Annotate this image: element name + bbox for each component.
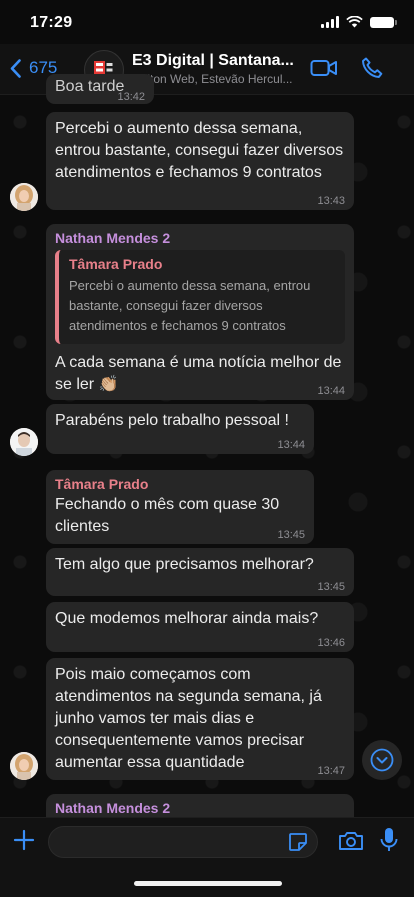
message-time: 13:42 (117, 91, 145, 103)
message-text: Parabéns pelo trabalho pessoal ! (55, 412, 289, 429)
avatar-photo (10, 183, 38, 211)
message-bubble[interactable]: Tem algo que precisamos melhorar? 13:45 (46, 548, 354, 596)
message-bubble[interactable]: Tâmara Prado Fechando o mês com quase 30… (46, 470, 314, 544)
sender-name: Nathan Mendes 2 (55, 230, 171, 246)
message-time: 13:47 (317, 765, 345, 777)
message-text: Tem algo que precisamos melhorar? (55, 556, 314, 573)
status-bar: 17:29 (0, 0, 414, 44)
avatar-photo (10, 428, 38, 456)
message-text: Que modemos melhorar ainda mais? (55, 610, 319, 627)
camera-icon[interactable] (338, 830, 364, 852)
chevron-down-circle-icon (370, 748, 394, 772)
phone-icon[interactable] (360, 56, 384, 80)
status-icons (321, 16, 397, 28)
message-bubble[interactable]: Que modemos melhorar ainda mais? 13:46 (46, 602, 354, 652)
avatar-nathan[interactable] (10, 428, 38, 456)
message-bubble[interactable]: Boa tarde 13:42 (46, 74, 154, 104)
plus-icon[interactable] (12, 828, 36, 852)
video-camera-icon[interactable] (310, 58, 338, 78)
quoted-sender: Tâmara Prado (69, 256, 163, 272)
message-bubble[interactable]: Percebi o aumento dessa semana, entrou b… (46, 112, 354, 210)
reply-message-bubble[interactable]: Nathan Mendes 2 Tâmara Prado Percebi o a… (46, 224, 354, 400)
message-text: Fechando o mês com quase 30 clientes (55, 496, 280, 535)
avatar-tamara[interactable] (10, 183, 38, 211)
microphone-icon[interactable] (380, 827, 398, 853)
sender-name: Tâmara Prado (55, 476, 149, 492)
chat-title[interactable]: E3 Digital | Santana... (132, 52, 296, 70)
message-time: 13:46 (317, 637, 345, 649)
scroll-to-bottom-button[interactable] (362, 740, 402, 780)
sticker-icon[interactable] (288, 832, 308, 852)
message-time: 13:44 (277, 439, 305, 451)
message-text: A cada semana é uma notícia melhor de se… (55, 354, 342, 393)
home-indicator[interactable] (134, 881, 282, 886)
message-input[interactable] (48, 826, 318, 858)
chat-participants[interactable]: Dalton Web, Estevão Hercul... (132, 72, 298, 86)
message-bubble[interactable]: Pois maio começamos com atendimentos na … (46, 658, 354, 780)
quoted-message[interactable]: Tâmara Prado Percebi o aumento dessa sem… (55, 250, 345, 344)
message-time: 13:45 (317, 581, 345, 593)
message-time: 13:43 (317, 195, 345, 207)
avatar-tamara[interactable] (10, 752, 38, 780)
message-text: Percebi o aumento dessa semana, entrou b… (55, 120, 344, 181)
chevron-left-icon (10, 58, 21, 78)
avatar-photo (10, 752, 38, 780)
message-bubble[interactable]: Parabéns pelo trabalho pessoal ! 13:44 (46, 404, 314, 454)
message-time: 13:44 (317, 385, 345, 397)
battery-icon (370, 16, 397, 28)
quoted-text: Percebi o aumento dessa semana, entrou b… (69, 278, 311, 333)
sender-name: Nathan Mendes 2 (55, 800, 171, 816)
message-text: Pois maio começamos com atendimentos na … (55, 666, 322, 771)
message-time: 13:45 (277, 529, 305, 541)
status-time: 17:29 (30, 14, 73, 31)
cellular-signal-icon (321, 16, 339, 28)
wifi-icon (346, 16, 363, 28)
